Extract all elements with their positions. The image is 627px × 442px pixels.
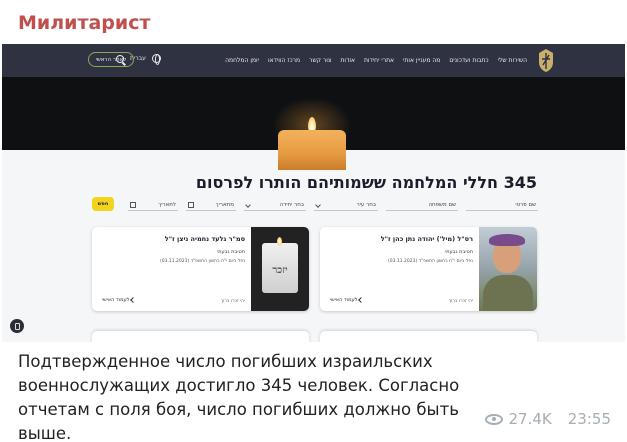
telegram-post: Милитарист השירות שלי כתבות ועדכונים מה …	[0, 0, 627, 442]
chevron-down-icon	[245, 201, 251, 208]
first-name-field[interactable]: שם פרטי	[466, 199, 538, 211]
memorial-candle	[278, 130, 346, 170]
globe-icon[interactable]	[151, 54, 161, 65]
page-title: 345 חללי המלחמה ששמותיהם הותרו לפרסום	[195, 173, 537, 192]
nav-item-about[interactable]: אודות	[340, 57, 355, 64]
nav-item-unit-sites[interactable]: אתרי יחידות	[364, 57, 394, 64]
soldier-card[interactable]: רס"ל (מיל') יהודה נתן כהן ז"ל חטיבת גבעת…	[320, 227, 537, 311]
unit-select[interactable]: בחר יחידה	[244, 199, 306, 211]
soldier-unit: חטיבת גבעתי	[217, 249, 245, 255]
eye-icon	[484, 413, 503, 425]
attached-screenshot[interactable]: השירות שלי כתבות ועדכונים מה מעניין אותי…	[2, 44, 625, 342]
soldier-unit: חטיבת גבעתי	[445, 249, 473, 255]
view-count: 27.4K	[508, 410, 552, 428]
main-site-button[interactable]: לאתר הראשי	[88, 52, 134, 67]
soldier-date: נפל ביום י"ח בחשון התשפ"ד (03.11.2023)	[159, 259, 245, 264]
personal-page-link[interactable]: לעמוד האישי	[102, 297, 137, 303]
nav-item-contact[interactable]: צור קשר	[309, 57, 331, 64]
post-caption: Подтвержденное число погибших израильски…	[18, 352, 460, 442]
soldier-card[interactable]	[320, 331, 537, 342]
soldier-date: נפל ביום י"ח בחשון התשפ"ד (03.11.2023)	[387, 259, 473, 264]
nav-item-articles[interactable]: כתבות ועדכונים	[449, 57, 488, 64]
nav-item-war-diary[interactable]: יומן המלחמה	[225, 57, 259, 64]
memorial-phrase: יהי זכרו ברוך	[448, 299, 473, 304]
soldier-photo	[479, 227, 537, 311]
memorial-photo: יזכר	[251, 227, 309, 311]
nav-menu: השירות שלי כתבות ועדכונים מה מעניין אותי…	[225, 44, 527, 77]
chevron-down-icon	[315, 201, 321, 208]
soldier-name: סמ"ר גלעד נחמיה ניצן ז"ל	[164, 235, 245, 243]
idf-logo-icon[interactable]	[533, 47, 559, 74]
post-meta: 27.4K 23:55	[484, 410, 611, 428]
post-time: 23:55	[567, 410, 611, 428]
accessibility-icon[interactable]	[10, 319, 24, 333]
last-name-field[interactable]: שם משפחה	[386, 199, 458, 211]
calendar-icon	[130, 201, 136, 208]
nav-item-video-center[interactable]: מרכז הווידאו	[268, 57, 300, 64]
nav-item-my-service[interactable]: השירות שלי	[498, 57, 527, 64]
arrow-left-icon	[130, 297, 137, 303]
filter-bar: שם פרטי שם משפחה בחר עיר בחר יחידה מתארי…	[90, 197, 538, 213]
channel-name[interactable]: Милитарист	[18, 12, 150, 34]
memorial-glass-text: יזכר	[272, 265, 288, 276]
calendar-icon	[188, 201, 194, 208]
to-date-field[interactable]: לתאריך	[128, 199, 178, 211]
arrow-left-icon	[358, 297, 365, 303]
site-navbar: השירות שלי כתבות ועדכונים מה מעניין אותי…	[2, 44, 625, 77]
memorial-banner	[2, 77, 625, 170]
personal-page-link[interactable]: לעמוד האישי	[330, 297, 365, 303]
soldier-card[interactable]: יזכר סמ"ר גלעד נחמיה ניצן ז"ל חטיבת גבעת…	[92, 227, 309, 311]
from-date-field[interactable]: מתאריך	[186, 199, 236, 211]
soldier-name: רס"ל (מיל') יהודה נתן כהן ז"ל	[380, 235, 473, 243]
city-select[interactable]: בחר עיר	[314, 199, 378, 211]
soldier-card[interactable]	[92, 331, 309, 342]
memorial-phrase: יהי זכרו ברוך	[220, 299, 245, 304]
nav-item-interests[interactable]: מה מעניין אותי	[403, 57, 440, 64]
search-button[interactable]: חפש	[92, 197, 114, 211]
